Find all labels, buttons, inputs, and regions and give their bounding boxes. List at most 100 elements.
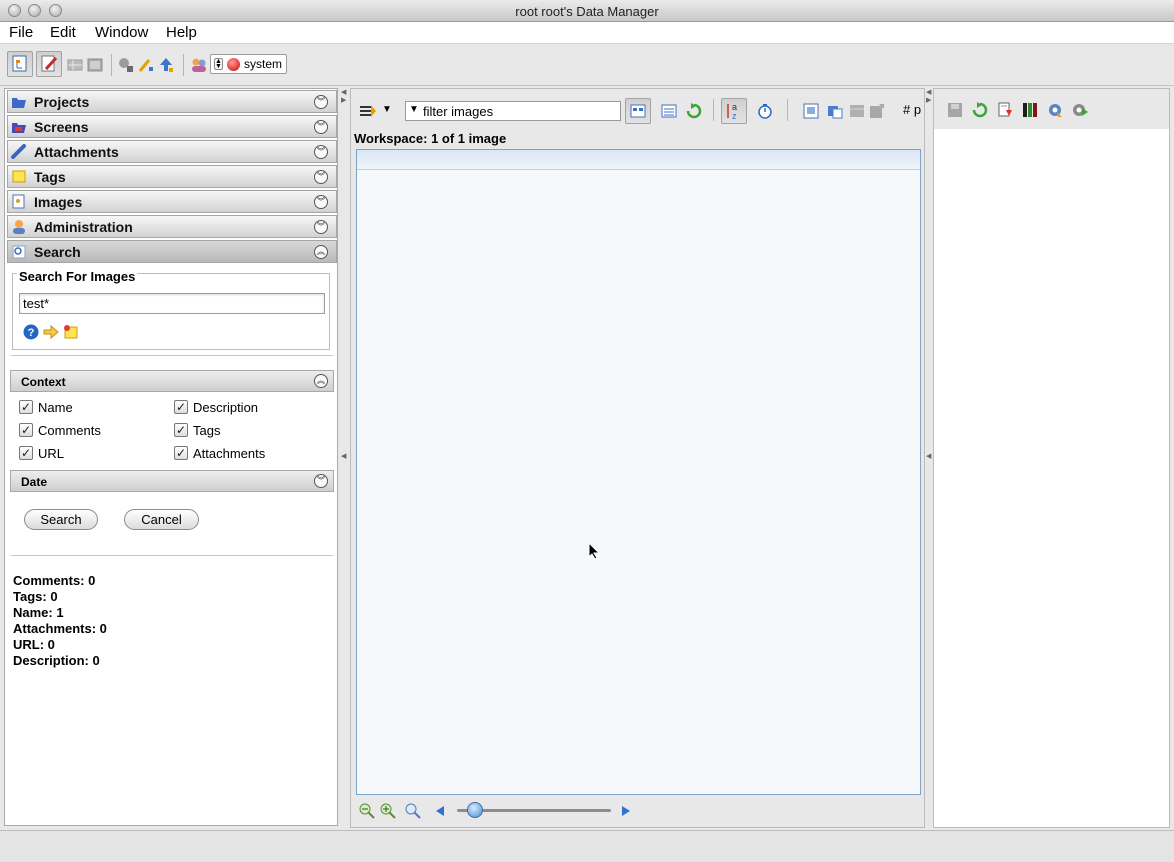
- menu-edit[interactable]: Edit: [50, 24, 76, 41]
- previous-arrow-icon[interactable]: [434, 805, 446, 817]
- search-button[interactable]: Search: [24, 509, 98, 530]
- collapse-left-arrow-icon[interactable]: ◀: [926, 88, 931, 96]
- accordion-search-label: Search: [34, 244, 81, 260]
- thumbnail-grid-icon: [630, 104, 646, 118]
- image-icon: [12, 194, 25, 209]
- checkbox-attachments[interactable]: ✓: [174, 446, 188, 460]
- search-icon[interactable]: [118, 57, 134, 73]
- result-comments: Comments: 0: [13, 573, 96, 588]
- menu-file[interactable]: File: [9, 24, 33, 41]
- menu-window[interactable]: Window: [95, 24, 148, 41]
- accordion-attachments[interactable]: Attachments ︾: [7, 140, 337, 163]
- sort-button[interactable]: az: [721, 98, 747, 124]
- tag-pen-icon[interactable]: [138, 57, 154, 73]
- filter-options-icon[interactable]: [359, 103, 377, 119]
- thumbnail-grid[interactable]: [356, 149, 921, 795]
- menu-help[interactable]: Help: [166, 24, 197, 41]
- result-description: Description: 0: [13, 653, 100, 668]
- chevron-down-icon[interactable]: ︾: [314, 474, 328, 488]
- right-splitter[interactable]: ◀ ▶ ◀: [925, 88, 933, 828]
- checkbox-attachments-label: Attachments: [193, 446, 266, 461]
- chevron-down-icon[interactable]: ︾: [314, 170, 328, 184]
- result-name: Name: 1: [13, 605, 64, 620]
- chevron-down-icon[interactable]: ︾: [314, 145, 328, 159]
- zoom-fit-icon[interactable]: [405, 803, 421, 819]
- zoom-in-icon[interactable]: [380, 803, 396, 819]
- cancel-button[interactable]: Cancel: [124, 509, 199, 530]
- left-splitter[interactable]: ◀ ▶ ◀: [340, 88, 348, 828]
- checkbox-tags[interactable]: ✓: [174, 423, 188, 437]
- checkbox-comments[interactable]: ✓: [19, 423, 33, 437]
- timer-icon[interactable]: [757, 103, 773, 119]
- list-view-icon[interactable]: [661, 103, 677, 119]
- tag-icon: [12, 170, 26, 183]
- upload-icon[interactable]: [158, 57, 174, 73]
- viewer-icon[interactable]: [87, 57, 103, 73]
- filter-dropdown-icon[interactable]: ▼: [409, 104, 419, 115]
- editor-button[interactable]: [36, 51, 62, 77]
- zoom-slider-knob[interactable]: [467, 802, 484, 818]
- disabled-panel-icon: [850, 105, 864, 117]
- share-gear-icon[interactable]: [1072, 102, 1088, 118]
- accordion-screens[interactable]: Screens ︾: [7, 115, 337, 138]
- accordion-tags[interactable]: Tags ︾: [7, 165, 337, 188]
- zoom-out-icon[interactable]: [359, 803, 375, 819]
- admin-user-icon: [13, 220, 25, 234]
- filter-field[interactable]: ▼ filter images: [405, 101, 621, 121]
- grid-icon[interactable]: [67, 57, 83, 73]
- checkbox-url[interactable]: ✓: [19, 446, 33, 460]
- chevron-down-icon[interactable]: ︾: [314, 95, 328, 109]
- workspace-label: Workspace: 1 of 1 image: [354, 131, 507, 146]
- help-icon[interactable]: ?: [23, 324, 39, 340]
- arrow-right-icon[interactable]: [43, 324, 59, 340]
- accordion-administration[interactable]: Administration ︾: [7, 215, 337, 238]
- refresh-icon[interactable]: [972, 102, 988, 118]
- status-bar: [0, 830, 1174, 862]
- chevron-up-icon[interactable]: ︽: [314, 245, 328, 259]
- image-viewer-icon[interactable]: [803, 103, 819, 119]
- accordion-administration-label: Administration: [34, 219, 133, 235]
- result-tags: Tags: 0: [13, 589, 58, 604]
- group-selector[interactable]: ▲ ▼ system: [210, 54, 287, 74]
- date-section-header[interactable]: Date ︾: [10, 470, 334, 492]
- tag-icon[interactable]: [63, 324, 79, 340]
- download-icon[interactable]: [997, 102, 1013, 118]
- thumbnail-view-button[interactable]: [625, 98, 651, 124]
- dropdown-arrow-icon[interactable]: ▼: [382, 104, 392, 115]
- accordion-attachments-label: Attachments: [34, 144, 119, 160]
- accordion-search[interactable]: Search ︽: [7, 240, 337, 263]
- context-section-header[interactable]: Context ︽: [10, 370, 334, 392]
- open-with-icon[interactable]: [827, 103, 843, 119]
- chevron-down-icon[interactable]: ︾: [314, 195, 328, 209]
- splitter-handle-icon[interactable]: ◀: [341, 452, 346, 460]
- filter-text: filter images: [423, 104, 494, 119]
- refresh-icon[interactable]: [686, 103, 702, 119]
- screen-folder-icon: [12, 123, 26, 133]
- settings-gear-icon[interactable]: [1047, 102, 1063, 118]
- chevron-up-icon[interactable]: ︽: [314, 374, 328, 388]
- checkbox-name-label: Name: [38, 400, 73, 415]
- save-icon: [948, 103, 962, 117]
- expand-right-arrow-icon[interactable]: ▶: [341, 96, 346, 104]
- collapse-left-arrow-icon[interactable]: ◀: [341, 88, 346, 96]
- chevron-down-icon[interactable]: ︾: [314, 120, 328, 134]
- channels-icon[interactable]: [1022, 102, 1038, 118]
- workspace-panel: ▼ ▼ filter images az # p Workspace: 1 of…: [350, 88, 925, 828]
- accordion-images[interactable]: Images ︾: [7, 190, 337, 213]
- group-stepper[interactable]: ▲ ▼: [214, 58, 223, 70]
- splitter-handle-icon[interactable]: ◀: [926, 452, 931, 460]
- checkbox-name[interactable]: ✓: [19, 400, 33, 414]
- chevron-down-icon[interactable]: ︾: [314, 220, 328, 234]
- result-attachments: Attachments: 0: [13, 621, 107, 636]
- accordion-projects[interactable]: Projects ︾: [7, 90, 337, 113]
- menu-bar: File Edit Window Help: [0, 22, 1174, 44]
- checkbox-description[interactable]: ✓: [174, 400, 188, 414]
- hierarchy-view-button[interactable]: [7, 51, 33, 77]
- next-arrow-icon[interactable]: [620, 805, 632, 817]
- checkbox-description-label: Description: [193, 400, 259, 415]
- users-icon[interactable]: [191, 57, 207, 73]
- group-status-icon: [227, 58, 240, 71]
- expand-right-arrow-icon[interactable]: ▶: [926, 96, 931, 104]
- search-input[interactable]: [19, 293, 325, 314]
- svg-text:z: z: [732, 111, 737, 121]
